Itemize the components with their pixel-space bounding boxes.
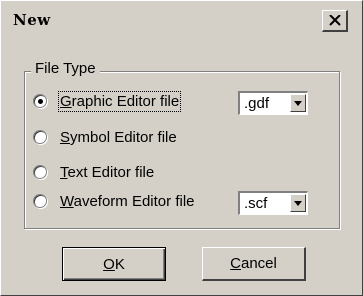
cancel-button[interactable]: Cancel xyxy=(202,247,306,281)
radio-label-symbol: Symbol Editor file xyxy=(60,128,177,146)
radio-button[interactable] xyxy=(33,130,47,144)
dropdown-button[interactable] xyxy=(290,194,306,212)
new-dialog: New File Type Graphic Editor file Symbol… xyxy=(0,0,363,296)
radio-waveform-editor[interactable]: Waveform Editor file xyxy=(33,189,195,213)
radio-button[interactable] xyxy=(33,165,47,179)
radio-text-editor[interactable]: Text Editor file xyxy=(33,160,154,184)
radio-label-waveform: Waveform Editor file xyxy=(60,192,195,210)
waveform-extension-select[interactable]: .scf xyxy=(238,191,308,215)
title-bar: New xyxy=(3,3,359,37)
graphic-extension-select[interactable]: .gdf xyxy=(238,91,308,115)
file-type-legend: File Type xyxy=(31,60,100,77)
close-button[interactable] xyxy=(322,10,348,32)
dropdown-button[interactable] xyxy=(290,94,306,112)
radio-label-text: Text Editor file xyxy=(60,163,155,181)
chevron-down-icon xyxy=(294,100,302,106)
dialog-title: New xyxy=(13,11,51,29)
ok-button[interactable]: OK xyxy=(62,247,166,281)
graphic-extension-value: .gdf xyxy=(244,95,270,112)
radio-symbol-editor[interactable]: Symbol Editor file xyxy=(33,125,177,149)
radio-graphic-editor[interactable]: Graphic Editor file xyxy=(33,89,182,113)
radio-button-selected[interactable] xyxy=(33,94,47,108)
radio-label-graphic: Graphic Editor file xyxy=(57,90,182,112)
radio-button[interactable] xyxy=(33,194,47,208)
waveform-extension-value: .scf xyxy=(244,195,268,212)
close-icon xyxy=(328,15,341,26)
chevron-down-icon xyxy=(294,200,302,206)
